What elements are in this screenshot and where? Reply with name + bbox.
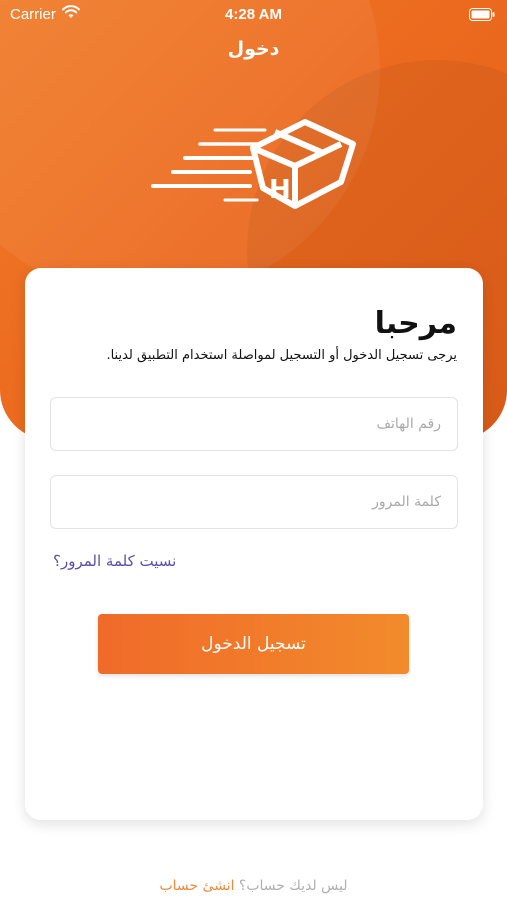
page-title: دخول bbox=[227, 38, 280, 60]
status-bar: Carrier 4:28 AM bbox=[0, 0, 507, 30]
logo-letter: H bbox=[269, 175, 291, 205]
welcome-subtitle: يرجى تسجيل الدخول أو التسجيل لمواصلة است… bbox=[106, 348, 457, 363]
battery-icon bbox=[469, 8, 495, 21]
phone-input[interactable] bbox=[50, 397, 458, 451]
forgot-password-link[interactable]: نسيت كلمة المرور؟ bbox=[53, 552, 176, 570]
app-logo: H bbox=[145, 100, 365, 230]
signup-prompt: ليس لديك حساب؟ انشئ حساب bbox=[0, 878, 507, 894]
signup-question: ليس لديك حساب؟ bbox=[238, 878, 348, 894]
welcome-heading: مرحبا bbox=[374, 306, 457, 341]
login-card: مرحبا يرجى تسجيل الدخول أو التسجيل لمواص… bbox=[25, 268, 483, 820]
status-time: 4:28 AM bbox=[225, 6, 282, 23]
box-delivery-logo-icon: H bbox=[151, 119, 356, 209]
login-button[interactable]: تسجيل الدخول bbox=[98, 614, 409, 674]
create-account-link[interactable]: انشئ حساب bbox=[159, 878, 234, 894]
password-input[interactable] bbox=[50, 475, 458, 529]
